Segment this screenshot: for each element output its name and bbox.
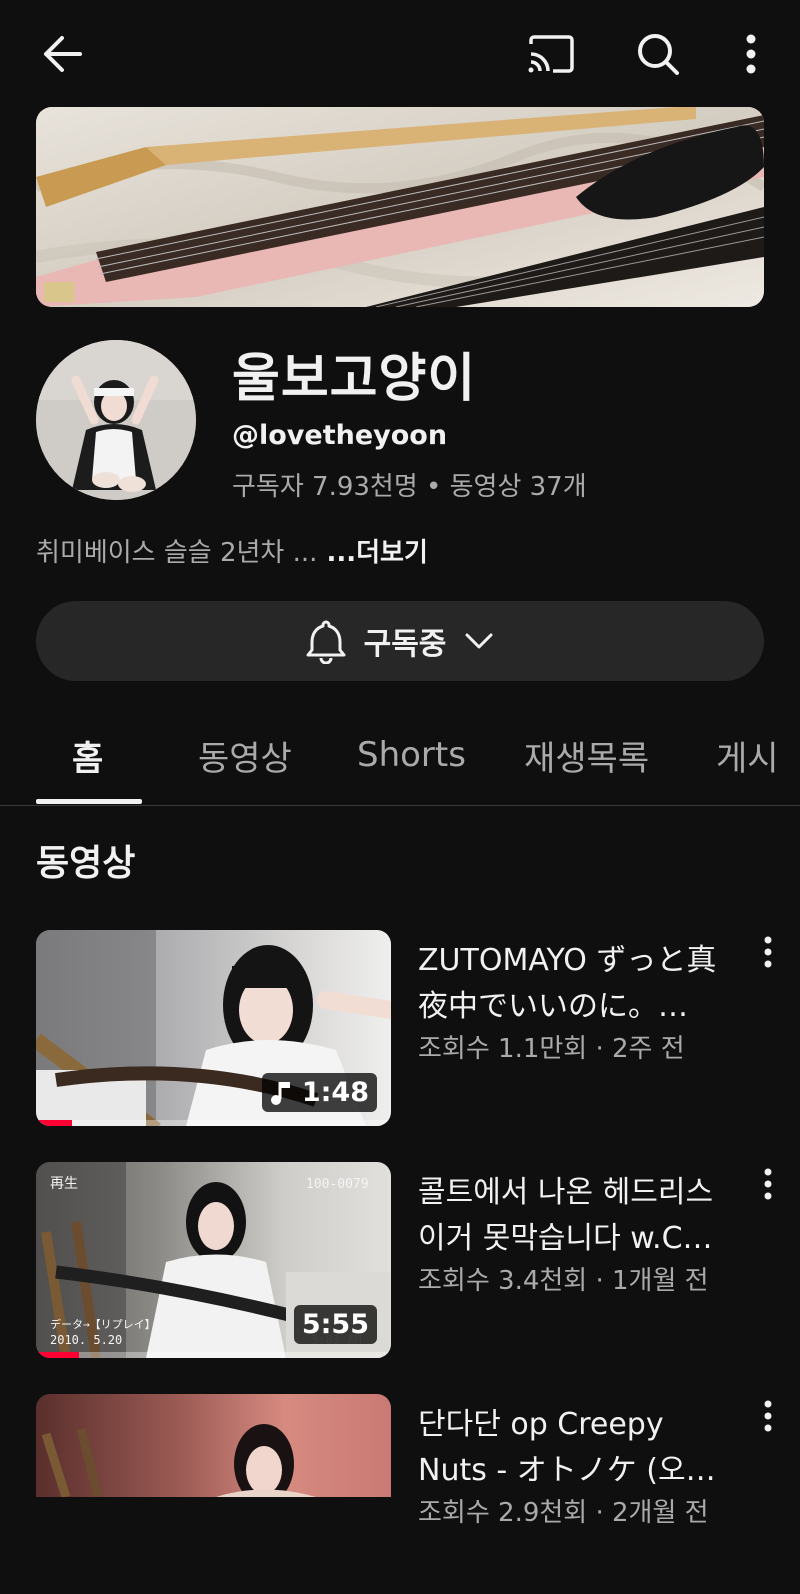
thumb-data-label: データ→【リプレイ】 [50, 1317, 156, 1331]
thumb-date: 2010. 5.20 [50, 1333, 122, 1347]
music-note-icon [270, 1080, 292, 1106]
channel-avatar[interactable] [36, 340, 196, 500]
tab-shorts[interactable]: Shorts [357, 705, 466, 805]
top-app-bar [0, 0, 800, 108]
channel-stats: 구독자 7.93천명 • 동영상 37개 [232, 472, 587, 502]
more-vert-icon[interactable] [732, 28, 770, 80]
tab-playlists[interactable]: 재생목록 [524, 705, 649, 805]
video-title[interactable]: 단다단 op Creepy Nuts - オトノケ (오… [418, 1402, 738, 1494]
back-arrow-icon[interactable] [36, 28, 88, 80]
channel-name: 울보고양이 [232, 349, 477, 409]
video-thumbnail[interactable]: 1:48 [36, 930, 391, 1126]
video-item[interactable]: 단다단 op Creepy Nuts - オトノケ (오… 조회수 2.9천회 … [0, 1394, 800, 1594]
active-tab-indicator [36, 799, 142, 804]
thumb-counter: 100-0079 [306, 1177, 369, 1192]
section-title: 동영상 [36, 843, 136, 884]
watch-progress-track [36, 1352, 391, 1358]
tab-posts[interactable]: 게시 [716, 705, 779, 805]
subscribed-button[interactable]: 구독중 [36, 601, 764, 681]
description-text: 취미베이스 슬슬 2년차 ... [36, 538, 318, 568]
watch-progress-bar [36, 1120, 72, 1126]
more-vert-icon[interactable] [756, 1166, 780, 1206]
tab-videos[interactable]: 동영상 [198, 705, 292, 805]
search-icon[interactable] [632, 28, 684, 80]
watch-progress-track [36, 1120, 391, 1126]
channel-description[interactable]: 취미베이스 슬슬 2년차 ... ...더보기 [36, 532, 428, 569]
bell-icon [306, 618, 346, 664]
tab-home[interactable]: 홈 [72, 705, 103, 805]
subscribed-label: 구독중 [363, 627, 447, 662]
video-title[interactable]: ZUTOMAYO ずっと真夜中でいいのに。… [418, 938, 738, 1030]
video-thumbnail[interactable] [36, 1394, 391, 1497]
video-meta: 조회수 2.9천회 · 2개월 전 [418, 1498, 709, 1528]
duration-badge: 1:48 [261, 1073, 377, 1112]
more-link[interactable]: ...더보기 [317, 538, 427, 568]
watch-progress-bar [36, 1352, 79, 1358]
channel-banner [36, 107, 764, 307]
channel-tabs: 홈 동영상 Shorts 재생목록 게시 [0, 705, 800, 806]
channel-handle: @lovetheyoon [232, 420, 448, 451]
duration-text: 5:55 [301, 1309, 369, 1340]
more-vert-icon[interactable] [756, 934, 780, 974]
video-meta: 조회수 3.4천회 · 1개월 전 [418, 1266, 709, 1296]
duration-badge: 5:55 [293, 1305, 377, 1344]
duration-text: 1:48 [301, 1077, 369, 1108]
video-thumbnail[interactable]: 再生 100-0079 データ→【リプレイ】 2010. 5.20 3:03 A… [36, 1162, 391, 1358]
video-item[interactable]: 1:48 ZUTOMAYO ずっと真夜中でいいのに。… 조회수 1.1만회 · … [0, 930, 800, 1130]
chevron-down-icon [464, 631, 494, 651]
video-meta: 조회수 1.1만회 · 2주 전 [418, 1034, 685, 1064]
more-vert-icon[interactable] [756, 1398, 780, 1438]
video-title[interactable]: 콜트에서 나온 헤드리스 이거 못막습니다 w.C… [418, 1170, 738, 1262]
video-item[interactable]: 再生 100-0079 データ→【リプレイ】 2010. 5.20 3:03 A… [0, 1162, 800, 1362]
thumb-play-label: 再生 [50, 1176, 78, 1192]
cast-icon[interactable] [524, 28, 578, 80]
